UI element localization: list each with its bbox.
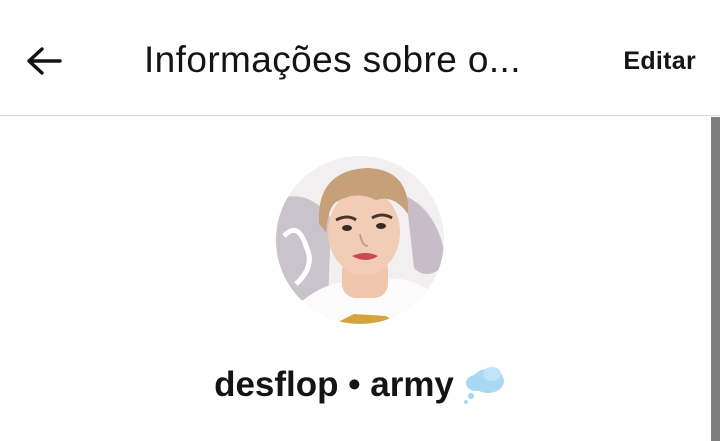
page-title: Informações sobre o...: [144, 39, 521, 80]
back-button[interactable]: [26, 38, 86, 84]
top-app-bar: Informações sobre o... Editar: [0, 0, 720, 116]
profile-avatar[interactable]: [276, 156, 444, 324]
arrow-left-icon: [26, 46, 62, 76]
profile-name-row: desflop • army: [0, 362, 720, 408]
thought-balloon-icon: [454, 365, 506, 405]
profile-name: desflop • army: [214, 365, 454, 404]
edit-button[interactable]: Editar: [623, 44, 696, 78]
